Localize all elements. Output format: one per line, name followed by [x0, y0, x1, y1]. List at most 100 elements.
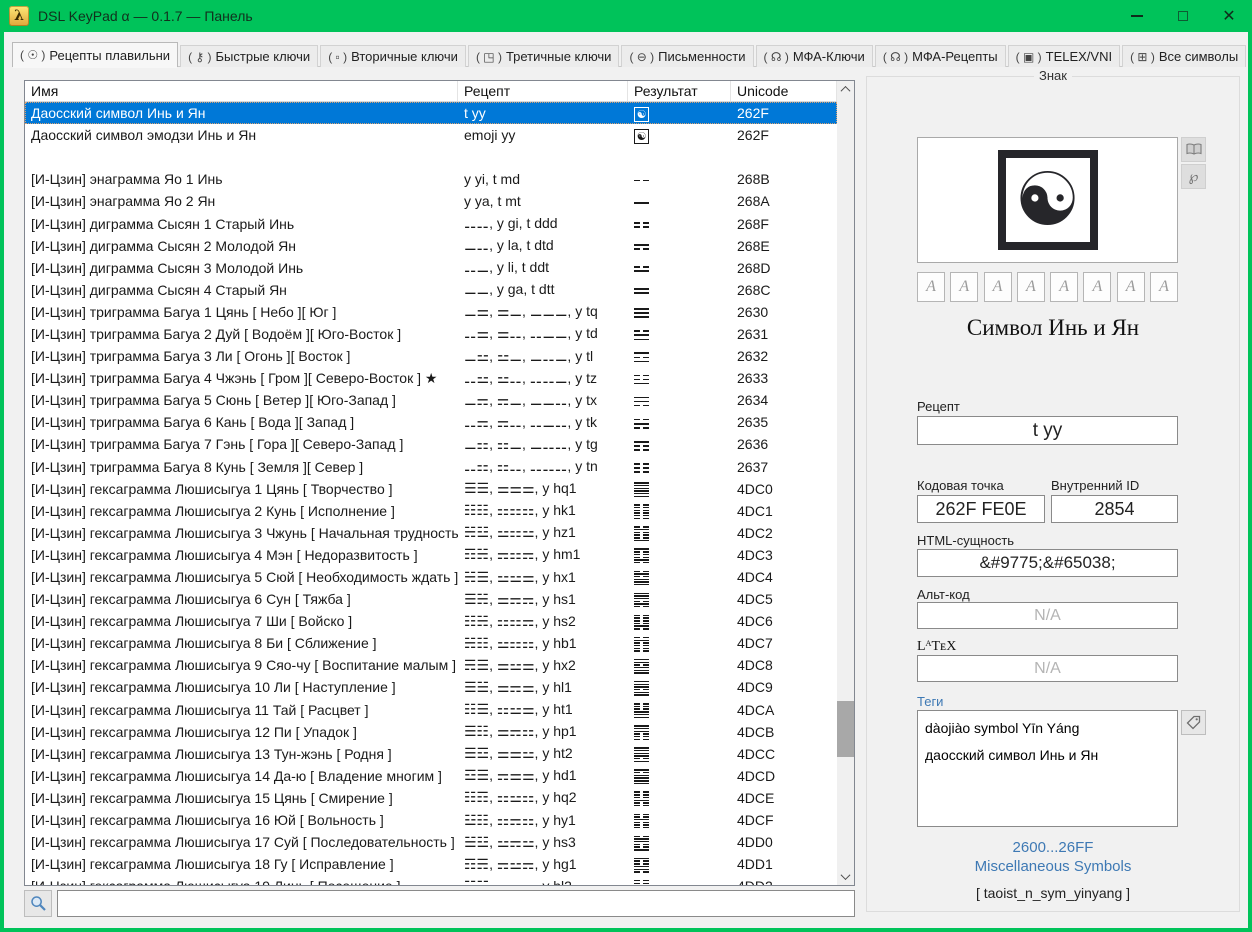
titlebar: λ DSL KeyPad α — 0.1.7 — Панель ✕: [0, 0, 1252, 32]
cell-result: [628, 768, 731, 785]
weierstrass-p-button[interactable]: ℘: [1181, 164, 1206, 189]
tab-1[interactable]: ( ⚷ ) Быстрые ключи: [180, 45, 318, 67]
font-preview-button[interactable]: A: [1150, 272, 1178, 302]
tab-8[interactable]: ( ⊞ ) Все символы: [1122, 45, 1246, 67]
table-row[interactable]: [И-Цзин] энаграмма Яо 2 Янy ya, t mt268A: [25, 190, 837, 212]
table-row[interactable]: [И-Цзин] гексаграмма Люшисыгуа 11 Тай [ …: [25, 699, 837, 721]
table-row[interactable]: [И-Цзин] диграмма Сысян 4 Старый Ян⚊⚊, y…: [25, 279, 837, 301]
table-row[interactable]: [И-Цзин] гексаграмма Люшисыгуа 2 Кунь [ …: [25, 500, 837, 522]
internal-id-label: Внутренний ID: [1051, 478, 1139, 493]
cell-recipe: ☷☶, ⚏⚍⚏, y hq2: [458, 789, 628, 806]
html-entity-field[interactable]: [917, 549, 1178, 577]
hexagram-lines-icon: [634, 814, 649, 829]
cell-unicode: 4DCD: [731, 768, 837, 784]
cell-unicode: 262F: [731, 105, 837, 121]
table-row[interactable]: Даосский символ эмодзи Инь и Янemoji yy☯…: [25, 124, 837, 146]
table-row[interactable]: [И-Цзин] гексаграмма Люшисыгуа 19 Линь […: [25, 875, 837, 885]
table-row[interactable]: [И-Цзин] гексаграмма Люшисыгуа 9 Сяо-чу …: [25, 654, 837, 676]
latex-field[interactable]: [917, 655, 1178, 682]
table-row[interactable]: [И-Цзин] триграмма Багуа 3 Ли [ Огонь ][…: [25, 345, 837, 367]
font-preview-button[interactable]: A: [950, 272, 978, 302]
tab-4[interactable]: ( ⊖ ) Письменности: [621, 45, 753, 67]
table-row[interactable]: [И-Цзин] гексаграмма Люшисыгуа 7 Ши [ Во…: [25, 610, 837, 632]
font-preview-button[interactable]: A: [984, 272, 1012, 302]
table-row[interactable]: [И-Цзин] энаграмма Яо 1 Иньy yi, t md268…: [25, 168, 837, 190]
chevron-up-icon: [841, 86, 851, 96]
maximize-button[interactable]: [1160, 0, 1206, 32]
font-preview-button[interactable]: A: [1117, 272, 1145, 302]
table-row[interactable]: [И-Цзин] гексаграмма Люшисыгуа 16 Юй [ В…: [25, 809, 837, 831]
scroll-down-button[interactable]: [837, 868, 854, 885]
unicode-block-link[interactable]: 2600...26FF Miscellaneous Symbols: [867, 839, 1239, 877]
table-row[interactable]: [И-Цзин] гексаграмма Люшисыгуа 13 Тун-жэ…: [25, 743, 837, 765]
internal-id-field[interactable]: [1051, 495, 1178, 523]
tag-button[interactable]: [1181, 710, 1206, 735]
table-row[interactable]: [И-Цзин] диграмма Сысян 3 Молодой Инь⚋⚊,…: [25, 257, 837, 279]
font-preview-button[interactable]: A: [1017, 272, 1045, 302]
cell-recipe: ⚋⚍, ⚍⚋, ⚋⚋⚊, y tz: [458, 370, 628, 387]
table-row-empty[interactable]: [25, 146, 837, 168]
table-row[interactable]: [И-Цзин] гексаграмма Люшисыгуа 1 Цянь [ …: [25, 478, 837, 500]
tab-5[interactable]: ( ☊ ) МФА-Ключи: [756, 45, 873, 67]
tab-label: МФА-Ключи: [793, 49, 865, 64]
tab-0[interactable]: ( ☉ ) Рецепты плавильни: [12, 42, 178, 67]
table-row[interactable]: [И-Цзин] гексаграмма Люшисыгуа 5 Сюй [ Н…: [25, 566, 837, 588]
table-row[interactable]: [И-Цзин] гексаграмма Люшисыгуа 18 Гу [ И…: [25, 853, 837, 875]
search-input[interactable]: [57, 890, 855, 917]
cell-unicode: 4DC7: [731, 635, 837, 651]
table-row[interactable]: [И-Цзин] триграмма Багуа 8 Кунь [ Земля …: [25, 456, 837, 478]
column-header[interactable]: Unicode: [731, 81, 837, 101]
table-row[interactable]: [И-Цзин] диграмма Сысян 2 Молодой Ян⚊⚋, …: [25, 235, 837, 257]
tab-bar: ( ☉ ) Рецепты плавильни( ⚷ ) Быстрые клю…: [12, 42, 1240, 67]
minimize-button[interactable]: [1114, 0, 1160, 32]
column-header[interactable]: Результат: [628, 81, 731, 101]
cell-result: [628, 679, 731, 696]
font-preview-button[interactable]: A: [917, 272, 945, 302]
table-row[interactable]: [И-Цзин] гексаграмма Люшисыгуа 17 Суй [ …: [25, 831, 837, 853]
table-row[interactable]: [И-Цзин] гексаграмма Люшисыгуа 12 Пи [ У…: [25, 721, 837, 743]
search-button[interactable]: [24, 890, 52, 917]
table-row[interactable]: [И-Цзин] триграмма Багуа 7 Гэнь [ Гора ]…: [25, 433, 837, 455]
table-row[interactable]: [И-Цзин] триграмма Багуа 1 Цянь [ Небо ]…: [25, 301, 837, 323]
font-preview-button[interactable]: A: [1083, 272, 1111, 302]
cell-recipe: ☰☲, ⚌⚌⚍, y ht2: [458, 745, 628, 762]
recipe-field[interactable]: [917, 416, 1178, 445]
table-row[interactable]: [И-Цзин] триграмма Багуа 5 Сюнь [ Ветер …: [25, 389, 837, 411]
tags-textarea[interactable]: [917, 710, 1178, 827]
tab-label: Вторичные ключи: [351, 49, 458, 64]
scroll-up-button[interactable]: [837, 81, 854, 98]
table-row[interactable]: [И-Цзин] гексаграмма Люшисыгуа 15 Цянь […: [25, 787, 837, 809]
cell-recipe: ☵☷, ⚍⚏⚏, y hb1: [458, 635, 628, 652]
table-row[interactable]: [И-Цзин] диграмма Сысян 1 Старый Инь⚋⚋, …: [25, 212, 837, 234]
cell-unicode: 4DC8: [731, 657, 837, 673]
table-row[interactable]: [И-Цзин] гексаграмма Люшисыгуа 14 Да-ю […: [25, 765, 837, 787]
tab-label: TELEX/VNI: [1046, 49, 1112, 64]
table-row[interactable]: [И-Цзин] триграмма Багуа 6 Кань [ Вода ]…: [25, 411, 837, 433]
cell-recipe: ☰☱, ⚌⚎⚌, y hl1: [458, 679, 628, 696]
book-button[interactable]: [1181, 137, 1206, 162]
table-row[interactable]: [И-Цзин] триграмма Багуа 2 Дуй [ Водоём …: [25, 323, 837, 345]
tab-label: Все символы: [1159, 49, 1238, 64]
vertical-scrollbar[interactable]: [837, 81, 854, 885]
codepoint-field[interactable]: [917, 495, 1045, 523]
column-header[interactable]: Имя: [25, 81, 458, 101]
alt-code-field[interactable]: [917, 602, 1178, 629]
table-row[interactable]: [И-Цзин] гексаграмма Люшисыгуа 10 Ли [ Н…: [25, 676, 837, 698]
table-row[interactable]: [И-Цзин] гексаграмма Люшисыгуа 8 Би [ Сб…: [25, 632, 837, 654]
table-row[interactable]: Даосский символ Инь и Янt yy☯262F: [25, 102, 837, 124]
column-header[interactable]: Рецепт: [458, 81, 628, 101]
tab-6[interactable]: ( ☊ ) МФА-Рецепты: [875, 45, 1006, 67]
font-preview-button[interactable]: A: [1050, 272, 1078, 302]
cell-unicode: 4DCE: [731, 790, 837, 806]
table-row[interactable]: [И-Цзин] гексаграмма Люшисыгуа 3 Чжунь […: [25, 522, 837, 544]
tab-2[interactable]: ( ▫ ) Вторичные ключи: [320, 45, 466, 67]
tab-3[interactable]: ( ◳ ) Третичные ключи: [468, 45, 620, 67]
table-row[interactable]: [И-Цзин] гексаграмма Люшисыгуа 4 Мэн [ Н…: [25, 544, 837, 566]
tab-7[interactable]: ( ▣ ) TELEX/VNI: [1008, 45, 1120, 67]
close-button[interactable]: ✕: [1206, 0, 1252, 32]
scrollbar-thumb[interactable]: [837, 701, 854, 757]
table-row[interactable]: [И-Цзин] гексаграмма Люшисыгуа 6 Сун [ Т…: [25, 588, 837, 610]
cell-result: [628, 216, 731, 232]
panel-legend: Знак: [1034, 68, 1072, 83]
table-row[interactable]: [И-Цзин] триграмма Багуа 4 Чжэнь [ Гром …: [25, 367, 837, 389]
